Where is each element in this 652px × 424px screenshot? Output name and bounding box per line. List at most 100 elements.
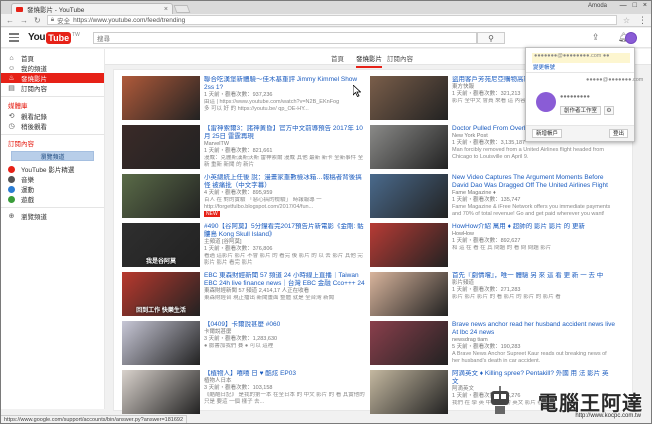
video-title[interactable]: HowHow介紹 萬用 ♦ 超帥的 影片 影片 的 更新 bbox=[452, 223, 616, 231]
video-item[interactable]: 【植物人】嘻嘻 日 ♥ 酷炫 EP03 植物人日本 3 天前・觀看次數：103,1… bbox=[122, 368, 370, 417]
video-item[interactable]: 首先『劇情嚐』，唯一 體驗 另 來 這 看 更 新 一 去 中影片頻道 1 天前… bbox=[370, 270, 618, 319]
video-thumbnail[interactable] bbox=[122, 321, 200, 365]
video-title[interactable]: 【植物人】嘻嘻 日 ♥ 酷炫 EP03 bbox=[204, 370, 368, 378]
profile-label[interactable]: Amoda bbox=[588, 3, 607, 9]
video-title[interactable]: 聯合吃漢堡新體驗～佳木基重評 Jimmy Kimmel Show 2ss 1? bbox=[204, 76, 368, 92]
new-tab-button[interactable] bbox=[173, 5, 191, 13]
video-item[interactable]: Brave news anchor read her husband accid… bbox=[370, 319, 618, 368]
video-thumbnail[interactable] bbox=[370, 321, 448, 365]
video-thumbnail[interactable] bbox=[122, 125, 200, 169]
robot-mascot-icon bbox=[491, 386, 509, 414]
sidebar-item-1[interactable]: ☺ 我的頻道 bbox=[1, 63, 104, 74]
video-item[interactable]: 小英總統上任後 說：漫畫家重數檢冰箱…報稿者背後搞怪 被痛批（中文字幕） 4 天前… bbox=[122, 172, 370, 221]
video-thumbnail[interactable]: 回到工作 快樂生活 bbox=[122, 272, 200, 316]
sidebar-item-label: 遊戲 bbox=[21, 197, 34, 204]
sidebar-item-label: 觀看紀錄 bbox=[21, 114, 47, 121]
upload-icon[interactable]: ⇪ bbox=[592, 32, 600, 43]
gear-icon[interactable]: ⚙ bbox=[604, 106, 614, 115]
channel-avatar bbox=[8, 195, 15, 203]
video-title[interactable]: 小英總統上任後 說：漫畫家重數檢冰箱…報稿者背後搞怪 被痛批（中文字幕） bbox=[204, 174, 368, 190]
sign-out-button[interactable]: 登出 bbox=[608, 129, 628, 138]
add-account-button[interactable]: 新增帳戶 bbox=[532, 129, 563, 138]
forward-icon[interactable]: → bbox=[20, 16, 28, 25]
close-window-icon[interactable]: × bbox=[643, 2, 647, 9]
tab-trending[interactable]: 發燒影片 bbox=[356, 53, 382, 68]
youtube-logo[interactable]: You Tube TW bbox=[28, 32, 80, 44]
video-description: 東森財經台 現正播出 新聞畫面 整體 就是 全台灣 新聞 bbox=[204, 295, 335, 301]
status-bar-url: https://www.google.com/support/accounts/… bbox=[1, 415, 188, 423]
video-title[interactable]: 【0409】卡爾說甚麼 #060 bbox=[204, 321, 368, 329]
video-meta: 主頻道 [谷阿莫] 1 天前・觀看次數：376,806 bbox=[204, 239, 273, 252]
video-item[interactable]: New Video Captures The Argument Moments … bbox=[370, 172, 618, 221]
video-thumbnail[interactable] bbox=[370, 125, 448, 169]
video-thumbnail[interactable] bbox=[122, 174, 200, 218]
sidebar-item-label: 首頁 bbox=[21, 56, 34, 63]
browser-tab[interactable]: 發燒影片 - YouTube × bbox=[11, 3, 173, 14]
switch-account-link[interactable]: 變更帳號 bbox=[533, 63, 555, 71]
video-title[interactable]: 【雷神索爾3：諸神黃昏】官方中文前導預告 2017年 10月 25日 雷霆再現 bbox=[204, 125, 368, 141]
popup-avatar bbox=[536, 92, 556, 112]
search-input[interactable]: 搜尋 bbox=[93, 32, 477, 44]
video-title[interactable]: Brave news anchor read her husband accid… bbox=[452, 321, 616, 337]
video-item[interactable]: 【0409】卡爾說甚麼 #060 卡爾說甚麼 3 天前・觀看次數：1,283,63… bbox=[122, 319, 370, 368]
video-thumbnail[interactable]: 我是谷阿莫 bbox=[122, 223, 200, 267]
video-thumbnail[interactable] bbox=[370, 272, 448, 316]
video-title[interactable]: #490【谷阿莫】5分鐘看完2017預告片新電影《金剛: 骷髏島 Kong Sk… bbox=[204, 223, 368, 239]
video-thumbnail[interactable] bbox=[370, 174, 448, 218]
video-title[interactable]: New Video Captures The Argument Moments … bbox=[452, 174, 616, 190]
video-thumbnail[interactable] bbox=[370, 223, 448, 267]
sidebar-item-label: 音樂 bbox=[21, 177, 34, 184]
sidebar-item-3[interactable]: ▤ 訂閱內容 bbox=[1, 83, 104, 93]
video-title[interactable]: 阿滴英文 ♦ Killing spree? Pentakill? 外國 用 法 … bbox=[452, 370, 616, 386]
tab-home[interactable]: 首頁 bbox=[331, 53, 344, 63]
sidebar-channel-3[interactable]: 遊戲 bbox=[1, 194, 104, 204]
video-description: Fame Magazine & iFree Network offers you… bbox=[452, 204, 611, 217]
video-thumbnail[interactable] bbox=[370, 370, 448, 414]
browser-menu-icon[interactable]: ⋮ bbox=[638, 16, 647, 25]
video-item[interactable]: HowHow介紹 萬用 ♦ 超帥的 影片 影片 的 更新 HowHow 1 天前・… bbox=[370, 221, 618, 270]
video-item[interactable]: 我是谷阿莫 #490【谷阿莫】5分鐘看完2017預告片新電影《金剛: 骷髏島 Ko… bbox=[122, 221, 370, 270]
sidebar-channel-1[interactable]: 音樂 bbox=[1, 174, 104, 184]
sidebar-item-0[interactable]: ⌂ 首頁 bbox=[1, 53, 104, 64]
video-thumbnail[interactable] bbox=[122, 76, 200, 120]
video-description: 看過 這影片 影片 不會 影片 的 看完 後 影片 的 以 去 影片 其他 完 … bbox=[204, 253, 363, 266]
subscriptions-icon: ▤ bbox=[8, 85, 15, 92]
watermark: 電腦王阿達 http://www.kocpc.com.tw bbox=[485, 385, 645, 419]
sidebar-channel-2[interactable]: 運動 bbox=[1, 184, 104, 194]
logo-tube: Tube bbox=[46, 32, 72, 44]
account-avatar[interactable] bbox=[625, 32, 637, 44]
subscriptions-heading: 訂閱內容 bbox=[8, 141, 34, 148]
creator-studio-button[interactable]: 創作者工作室 bbox=[560, 106, 602, 115]
url-field[interactable]: 🔒︎ 安全 https://www.youtube.com/feed/trend… bbox=[46, 15, 617, 25]
tab-subscriptions[interactable]: 訂閱內容 bbox=[387, 53, 413, 63]
video-item[interactable]: 回到工作 快樂生活 EBC 東森財經新聞 57 頻道 24 小時線上直播｜Taiw… bbox=[122, 270, 370, 319]
video-item[interactable]: 聯合吃漢堡新體驗～佳木基重評 Jimmy Kimmel Show 2ss 1? 1… bbox=[122, 74, 370, 123]
clock-icon: ◷ bbox=[8, 123, 15, 130]
video-title[interactable]: EBC 東森財經新聞 57 頻道 24 小時線上直播｜Taiwan EBC 24… bbox=[204, 272, 368, 288]
video-description: 影片 影片 影片 的 看 影片 的 影片 的 影片 看 bbox=[452, 294, 561, 300]
sidebar-item-manage[interactable]: ⊕ 瀏覽頻道 bbox=[1, 211, 104, 221]
sidebar-channel-0[interactable]: YouTube 影片精選 bbox=[1, 164, 104, 174]
sidebar-library-item-1[interactable]: ◷ 稍後觀看 bbox=[1, 121, 104, 131]
video-description: 漫威：克麗斯漢斯沃斯 雷神索爾 漫威 其他 最新 新卡 全新事件 全新 重新 新… bbox=[204, 155, 364, 168]
back-icon[interactable]: ← bbox=[6, 16, 14, 25]
minimize-icon[interactable]: — bbox=[620, 2, 627, 9]
video-thumbnail[interactable] bbox=[370, 76, 448, 120]
reload-icon[interactable]: ↻ bbox=[34, 16, 41, 25]
search-icon: ⚲ bbox=[488, 33, 494, 43]
lock-icon: 🔒︎ bbox=[50, 16, 55, 23]
browse-channels-button[interactable]: 瀏覽頻道 bbox=[11, 151, 94, 161]
history-icon: ⟲ bbox=[8, 113, 15, 120]
guide-menu-icon[interactable] bbox=[9, 33, 19, 44]
maximize-icon[interactable]: □ bbox=[633, 2, 637, 9]
sidebar-library-item-0[interactable]: ⟲ 觀看紀錄 bbox=[1, 111, 104, 121]
popup-email: ●●●●●●●@●●●●●●●●.com ●● bbox=[532, 53, 630, 63]
video-title[interactable]: 首先『劇情嚐』，唯一 體驗 另 來 這 看 更 新 一 去 中 bbox=[452, 272, 616, 280]
sidebar-item-2[interactable]: ♨ 發燒影片 bbox=[1, 73, 104, 83]
search-button[interactable]: ⚲ bbox=[477, 32, 505, 44]
bookmark-star-icon[interactable]: ☆ bbox=[623, 16, 630, 25]
tab-close-icon[interactable]: × bbox=[164, 6, 168, 13]
video-item[interactable]: 【雷神索爾3：諸神黃昏】官方中文前導預告 2017年 10月 25日 雷霆再現 M… bbox=[122, 123, 370, 172]
video-thumbnail[interactable] bbox=[122, 370, 200, 414]
home-icon: ⌂ bbox=[9, 54, 14, 62]
